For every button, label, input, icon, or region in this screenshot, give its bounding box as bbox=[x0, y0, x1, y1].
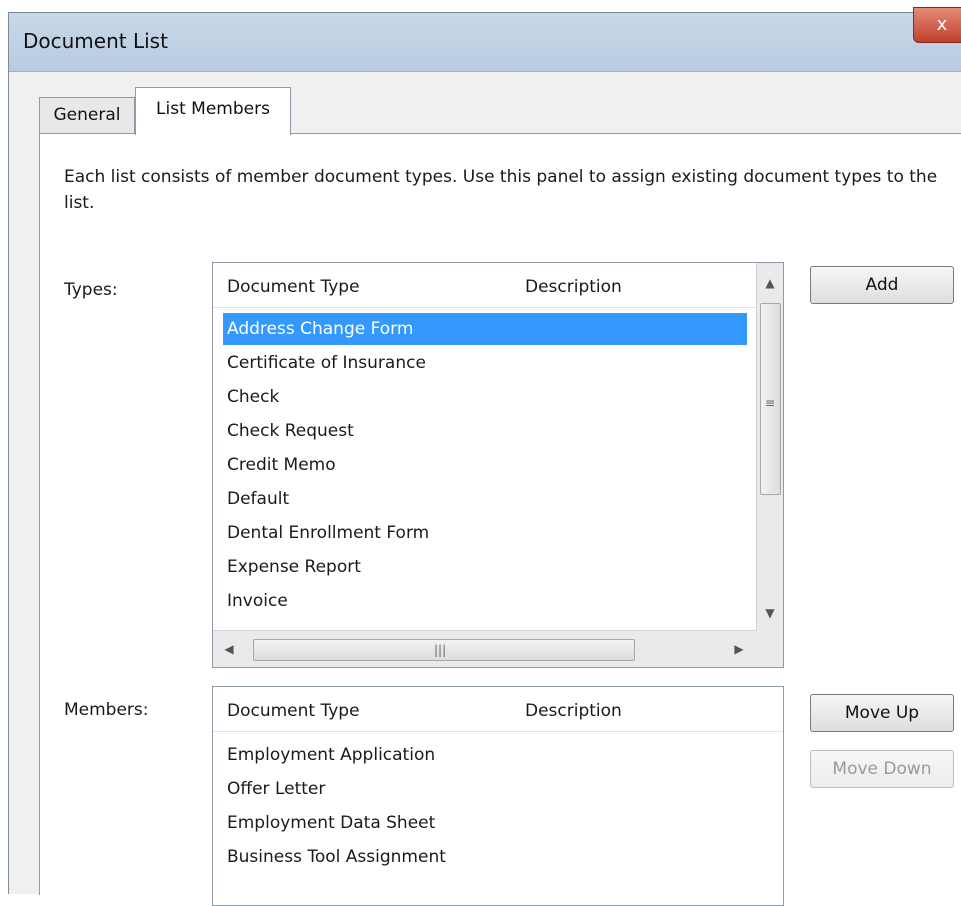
types-label: Types: bbox=[64, 280, 118, 300]
list-members-panel: Each list consists of member document ty… bbox=[39, 133, 961, 906]
tab-list-members[interactable]: List Members bbox=[135, 87, 291, 135]
grip-icon: ≡ bbox=[765, 396, 776, 410]
list-item[interactable]: Check Request bbox=[223, 415, 747, 447]
types-horizontal-scroll-thumb[interactable]: ||| bbox=[253, 639, 635, 661]
tab-general-label: General bbox=[53, 105, 121, 125]
add-button[interactable]: Add bbox=[810, 266, 954, 304]
list-item[interactable]: Credit Memo bbox=[223, 449, 747, 481]
list-item[interactable]: Expense Report bbox=[223, 551, 747, 583]
list-item[interactable]: Check bbox=[223, 381, 747, 413]
types-vertical-scrollbar[interactable]: ▲ ≡ ▼ bbox=[756, 263, 783, 631]
scroll-up-icon[interactable]: ▲ bbox=[757, 271, 783, 295]
tab-general[interactable]: General bbox=[39, 97, 135, 133]
types-list-header: Document Type Description bbox=[213, 263, 783, 308]
scroll-corner bbox=[757, 631, 783, 667]
list-item[interactable]: Address Change Form bbox=[223, 313, 747, 345]
members-list[interactable]: Document Type Description Employment App… bbox=[212, 686, 784, 906]
list-item[interactable]: Employment Application bbox=[223, 739, 763, 771]
types-horizontal-scrollbar[interactable]: ◀ ||| ▶ bbox=[213, 630, 757, 667]
intro-text: Each list consists of member document ty… bbox=[64, 167, 938, 213]
members-column-description[interactable]: Description bbox=[525, 701, 622, 721]
title-bar[interactable]: Document List x bbox=[9, 7, 961, 72]
list-item[interactable]: Default bbox=[223, 483, 747, 515]
move-down-button[interactable]: Move Down bbox=[810, 750, 954, 788]
types-vertical-scroll-thumb[interactable]: ≡ bbox=[760, 303, 781, 495]
close-button[interactable]: x bbox=[913, 7, 961, 43]
members-column-document-type[interactable]: Document Type bbox=[227, 701, 360, 721]
list-item[interactable]: Certificate of Insurance bbox=[223, 347, 747, 379]
scroll-left-icon[interactable]: ◀ bbox=[217, 637, 241, 661]
scroll-right-icon[interactable]: ▶ bbox=[727, 637, 751, 661]
grip-icon: ||| bbox=[434, 643, 447, 657]
list-item[interactable]: Offer Letter bbox=[223, 773, 763, 805]
list-item[interactable]: Invoice bbox=[223, 585, 747, 617]
types-column-document-type[interactable]: Document Type bbox=[227, 277, 360, 297]
move-up-button[interactable]: Move Up bbox=[810, 694, 954, 732]
types-column-description[interactable]: Description bbox=[525, 277, 622, 297]
scroll-down-icon[interactable]: ▼ bbox=[757, 601, 783, 625]
members-label: Members: bbox=[64, 700, 149, 720]
types-list[interactable]: Document Type Description Address Change… bbox=[212, 262, 784, 668]
document-list-dialog: Document List x General List Members Eac… bbox=[8, 7, 961, 906]
tab-list-members-label: List Members bbox=[156, 99, 270, 119]
members-list-header: Document Type Description bbox=[213, 687, 783, 732]
list-item[interactable]: Business Tool Assignment bbox=[223, 841, 763, 873]
close-icon: x bbox=[936, 14, 948, 35]
list-item[interactable]: Dental Enrollment Form bbox=[223, 517, 747, 549]
list-item[interactable]: Employment Data Sheet bbox=[223, 807, 763, 839]
window-title: Document List bbox=[23, 29, 168, 53]
